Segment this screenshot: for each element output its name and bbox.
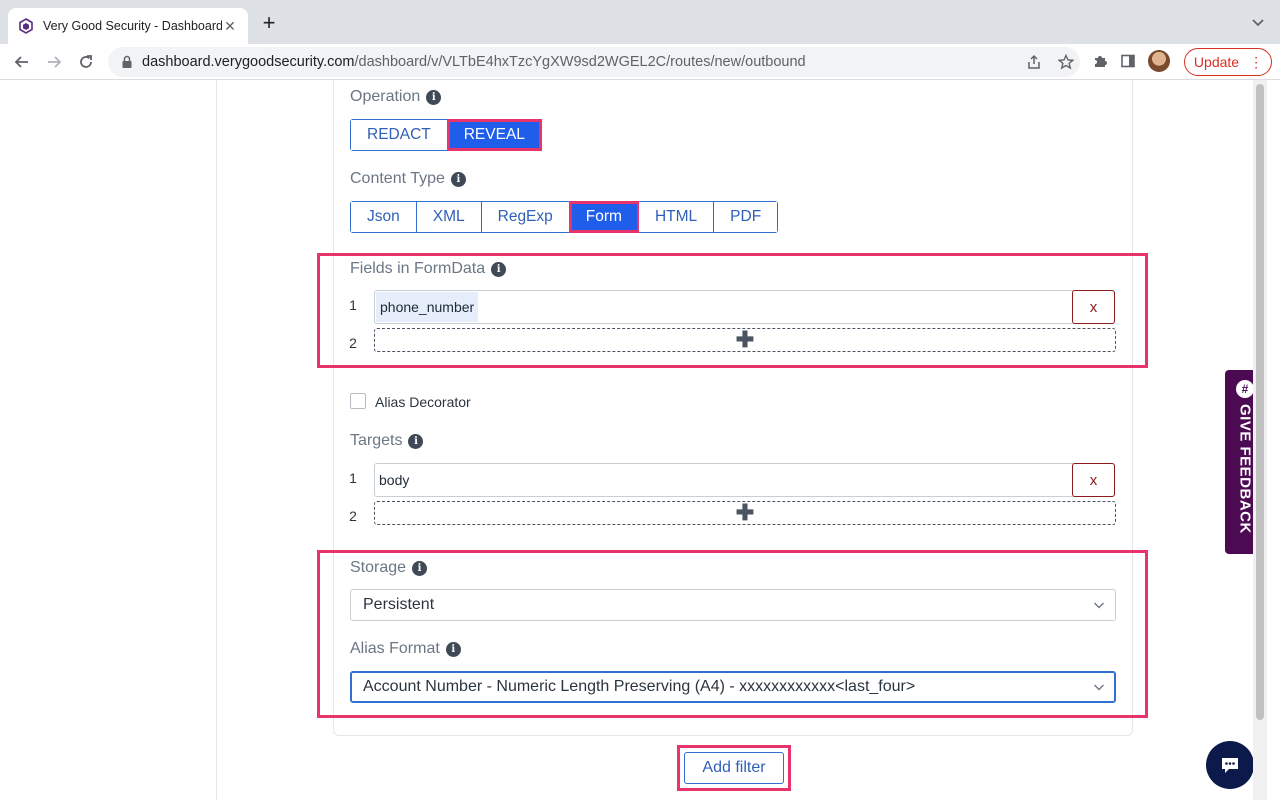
content-type-toggle: Json XML RegExp Form HTML PDF xyxy=(350,201,779,233)
favicon-icon xyxy=(18,18,34,34)
targets-field-input[interactable]: body x xyxy=(374,463,1115,497)
page-viewport: Operation i REDACT REVEAL Content Type i… xyxy=(0,80,1280,800)
operation-redact-button[interactable]: REDACT xyxy=(351,120,448,150)
address-bar[interactable]: dashboard.verygoodsecurity.com/dashboard… xyxy=(108,47,1080,77)
content-type-form-button[interactable]: Form xyxy=(568,201,640,233)
storage-select[interactable]: Persistent xyxy=(350,589,1116,621)
page-scrollbar[interactable] xyxy=(1253,80,1267,800)
url-path: /dashboard/v/VLTbE4hxTzcYgXW9sd2WGEL2C/r… xyxy=(354,54,806,70)
operation-toggle: REDACT REVEAL xyxy=(350,119,542,151)
fields-formdata-label: Fields in FormData i xyxy=(350,260,507,278)
new-tab-button[interactable]: + xyxy=(258,12,280,34)
content-type-regexp-button[interactable]: RegExp xyxy=(481,202,570,232)
content-type-json-button[interactable]: Json xyxy=(351,202,417,232)
profile-avatar[interactable] xyxy=(1148,50,1170,72)
alias-format-label: Alias Format i xyxy=(350,640,461,658)
info-icon[interactable]: i xyxy=(445,641,461,657)
row-number: 2 xyxy=(349,508,357,524)
forward-icon[interactable] xyxy=(42,50,66,74)
url-host: dashboard.verygoodsecurity.com xyxy=(142,54,355,70)
feedback-icon: # xyxy=(1236,380,1254,398)
info-icon[interactable]: i xyxy=(412,560,428,576)
content-type-html-button[interactable]: HTML xyxy=(638,202,715,232)
tab-search-chevron-icon[interactable] xyxy=(1250,14,1266,30)
sidepanel-icon[interactable] xyxy=(1120,53,1136,69)
browser-toolbar: dashboard.verygoodsecurity.com/dashboard… xyxy=(0,44,1280,80)
chat-icon xyxy=(1222,758,1238,773)
operation-label: Operation i xyxy=(350,88,442,106)
feedback-label: GIVE FEEDBACK xyxy=(1236,404,1254,534)
scrollbar-thumb[interactable] xyxy=(1256,84,1264,720)
lock-icon xyxy=(122,55,132,68)
operation-reveal-button[interactable]: REVEAL xyxy=(446,119,542,151)
content-type-label: Content Type i xyxy=(350,170,466,188)
chevron-down-icon xyxy=(1094,684,1104,691)
storage-label: Storage i xyxy=(350,559,428,577)
reload-icon[interactable] xyxy=(74,50,98,74)
info-icon[interactable]: i xyxy=(450,171,466,187)
extensions-icon[interactable] xyxy=(1092,53,1108,69)
row-number: 2 xyxy=(349,335,357,351)
alias-format-select[interactable]: Account Number - Numeric Length Preservi… xyxy=(350,671,1116,703)
alias-format-value: Account Number - Numeric Length Preservi… xyxy=(363,678,916,695)
alias-decorator-checkbox[interactable] xyxy=(350,393,366,409)
plus-icon: ✚ xyxy=(735,500,755,525)
update-button[interactable]: Update ⋮ xyxy=(1184,48,1272,76)
tab-title: Very Good Security - Dashboard xyxy=(43,19,222,33)
targets-label: Targets i xyxy=(350,432,424,450)
back-icon[interactable] xyxy=(10,50,34,74)
update-label: Update xyxy=(1193,54,1240,70)
formdata-field-input[interactable]: phone_number x xyxy=(374,290,1115,324)
chat-button[interactable] xyxy=(1206,741,1254,789)
row-number: 1 xyxy=(349,297,357,313)
info-icon[interactable]: i xyxy=(491,261,507,277)
browser-tab[interactable]: Very Good Security - Dashboard ✕ xyxy=(8,8,248,44)
remove-target-button[interactable]: x xyxy=(1072,463,1115,497)
info-icon[interactable]: i xyxy=(426,89,442,105)
add-filter-button[interactable]: Add filter xyxy=(684,752,784,784)
chevron-down-icon xyxy=(1094,602,1104,609)
menu-dots-icon: ⋮ xyxy=(1249,54,1263,70)
alias-decorator-label: Alias Decorator xyxy=(375,394,471,410)
star-icon[interactable] xyxy=(1058,54,1074,70)
plus-icon: ✚ xyxy=(735,327,755,352)
row-number: 1 xyxy=(349,470,357,486)
tab-close-icon[interactable]: ✕ xyxy=(222,18,238,34)
target-value: body xyxy=(379,472,410,488)
add-field-button[interactable]: ✚ xyxy=(374,327,1116,352)
add-target-button[interactable]: ✚ xyxy=(374,500,1116,525)
storage-value: Persistent xyxy=(363,596,435,613)
browser-tabstrip: Very Good Security - Dashboard ✕ + xyxy=(0,0,1280,44)
share-icon[interactable] xyxy=(1026,54,1042,70)
remove-field-button[interactable]: x xyxy=(1072,290,1115,324)
content-type-pdf-button[interactable]: PDF xyxy=(714,202,778,232)
field-tag: phone_number xyxy=(376,292,479,322)
content-type-xml-button[interactable]: XML xyxy=(416,202,482,232)
info-icon[interactable]: i xyxy=(408,433,424,449)
